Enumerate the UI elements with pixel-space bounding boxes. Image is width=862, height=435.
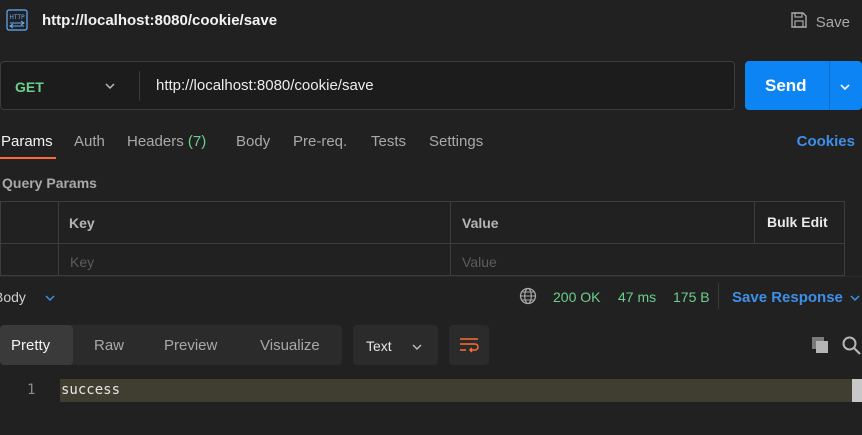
bulk-edit-button[interactable]: Bulk Edit xyxy=(767,214,828,230)
key-input[interactable]: Key xyxy=(70,254,94,270)
response-time[interactable]: 47 ms xyxy=(618,289,656,305)
value-input[interactable]: Value xyxy=(462,254,497,270)
status-badge[interactable]: 200 OK xyxy=(553,289,600,305)
url-divider xyxy=(139,71,140,101)
view-tab-pretty[interactable]: Pretty xyxy=(11,337,50,354)
active-tab-indicator xyxy=(0,157,56,159)
chevron-down-icon[interactable] xyxy=(104,79,116,91)
column-header-value: Value xyxy=(462,215,499,231)
tab-params[interactable]: Params xyxy=(1,133,53,150)
globe-icon[interactable] xyxy=(519,287,537,305)
tab-headers[interactable]: Headers (7) xyxy=(127,133,206,150)
request-title[interactable]: http://localhost:8080/cookie/save xyxy=(42,12,277,29)
cookies-link[interactable]: Cookies xyxy=(797,133,855,150)
url-input[interactable]: http://localhost:8080/cookie/save xyxy=(156,77,374,94)
chevron-down-icon[interactable] xyxy=(849,291,861,303)
svg-text:HTTP: HTTP xyxy=(9,14,25,21)
chevron-down-icon[interactable] xyxy=(411,340,423,352)
tab-tests[interactable]: Tests xyxy=(371,133,406,150)
format-select-label[interactable]: Text xyxy=(366,338,392,354)
view-tab-raw[interactable]: Raw xyxy=(94,337,124,354)
tab-settings[interactable]: Settings xyxy=(429,133,483,150)
chevron-down-icon[interactable] xyxy=(44,291,56,303)
headers-count-badge: (7) xyxy=(187,133,207,150)
tab-pre-request[interactable]: Pre-req. xyxy=(293,133,347,150)
response-size[interactable]: 175 B xyxy=(673,289,710,305)
tab-headers-label: Headers xyxy=(127,133,184,150)
query-params-table xyxy=(0,201,845,276)
method-select[interactable]: GET xyxy=(15,79,44,95)
table-row-divider xyxy=(0,243,845,244)
table-col-divider xyxy=(754,201,755,243)
view-tab-visualize[interactable]: Visualize xyxy=(260,337,320,354)
http-request-icon: HTTP xyxy=(6,9,28,31)
save-button[interactable]: Save xyxy=(790,11,850,33)
save-button-label: Save xyxy=(815,13,850,31)
scrollbar-thumb[interactable] xyxy=(852,379,862,402)
copy-icon[interactable] xyxy=(809,334,831,356)
send-divider xyxy=(829,61,830,110)
column-header-key: Key xyxy=(69,215,95,231)
response-divider-vertical xyxy=(718,283,719,309)
wrap-lines-icon[interactable] xyxy=(457,333,481,357)
response-body-text[interactable]: success xyxy=(61,382,120,398)
search-icon[interactable] xyxy=(840,334,862,356)
table-col-divider xyxy=(450,201,451,276)
line-number: 1 xyxy=(27,382,36,398)
tab-body[interactable]: Body xyxy=(236,133,270,150)
response-divider xyxy=(0,276,862,277)
view-tab-preview[interactable]: Preview xyxy=(164,337,217,354)
tab-auth[interactable]: Auth xyxy=(74,133,105,150)
response-body-label[interactable]: Body xyxy=(0,289,26,305)
save-response-button[interactable]: Save Response xyxy=(732,289,843,306)
current-line-highlight xyxy=(60,379,862,402)
send-options-chevron-icon[interactable] xyxy=(838,80,852,92)
save-icon xyxy=(790,11,808,33)
send-button-label[interactable]: Send xyxy=(765,76,807,96)
table-col-divider xyxy=(58,201,59,276)
query-params-title: Query Params xyxy=(2,175,97,191)
